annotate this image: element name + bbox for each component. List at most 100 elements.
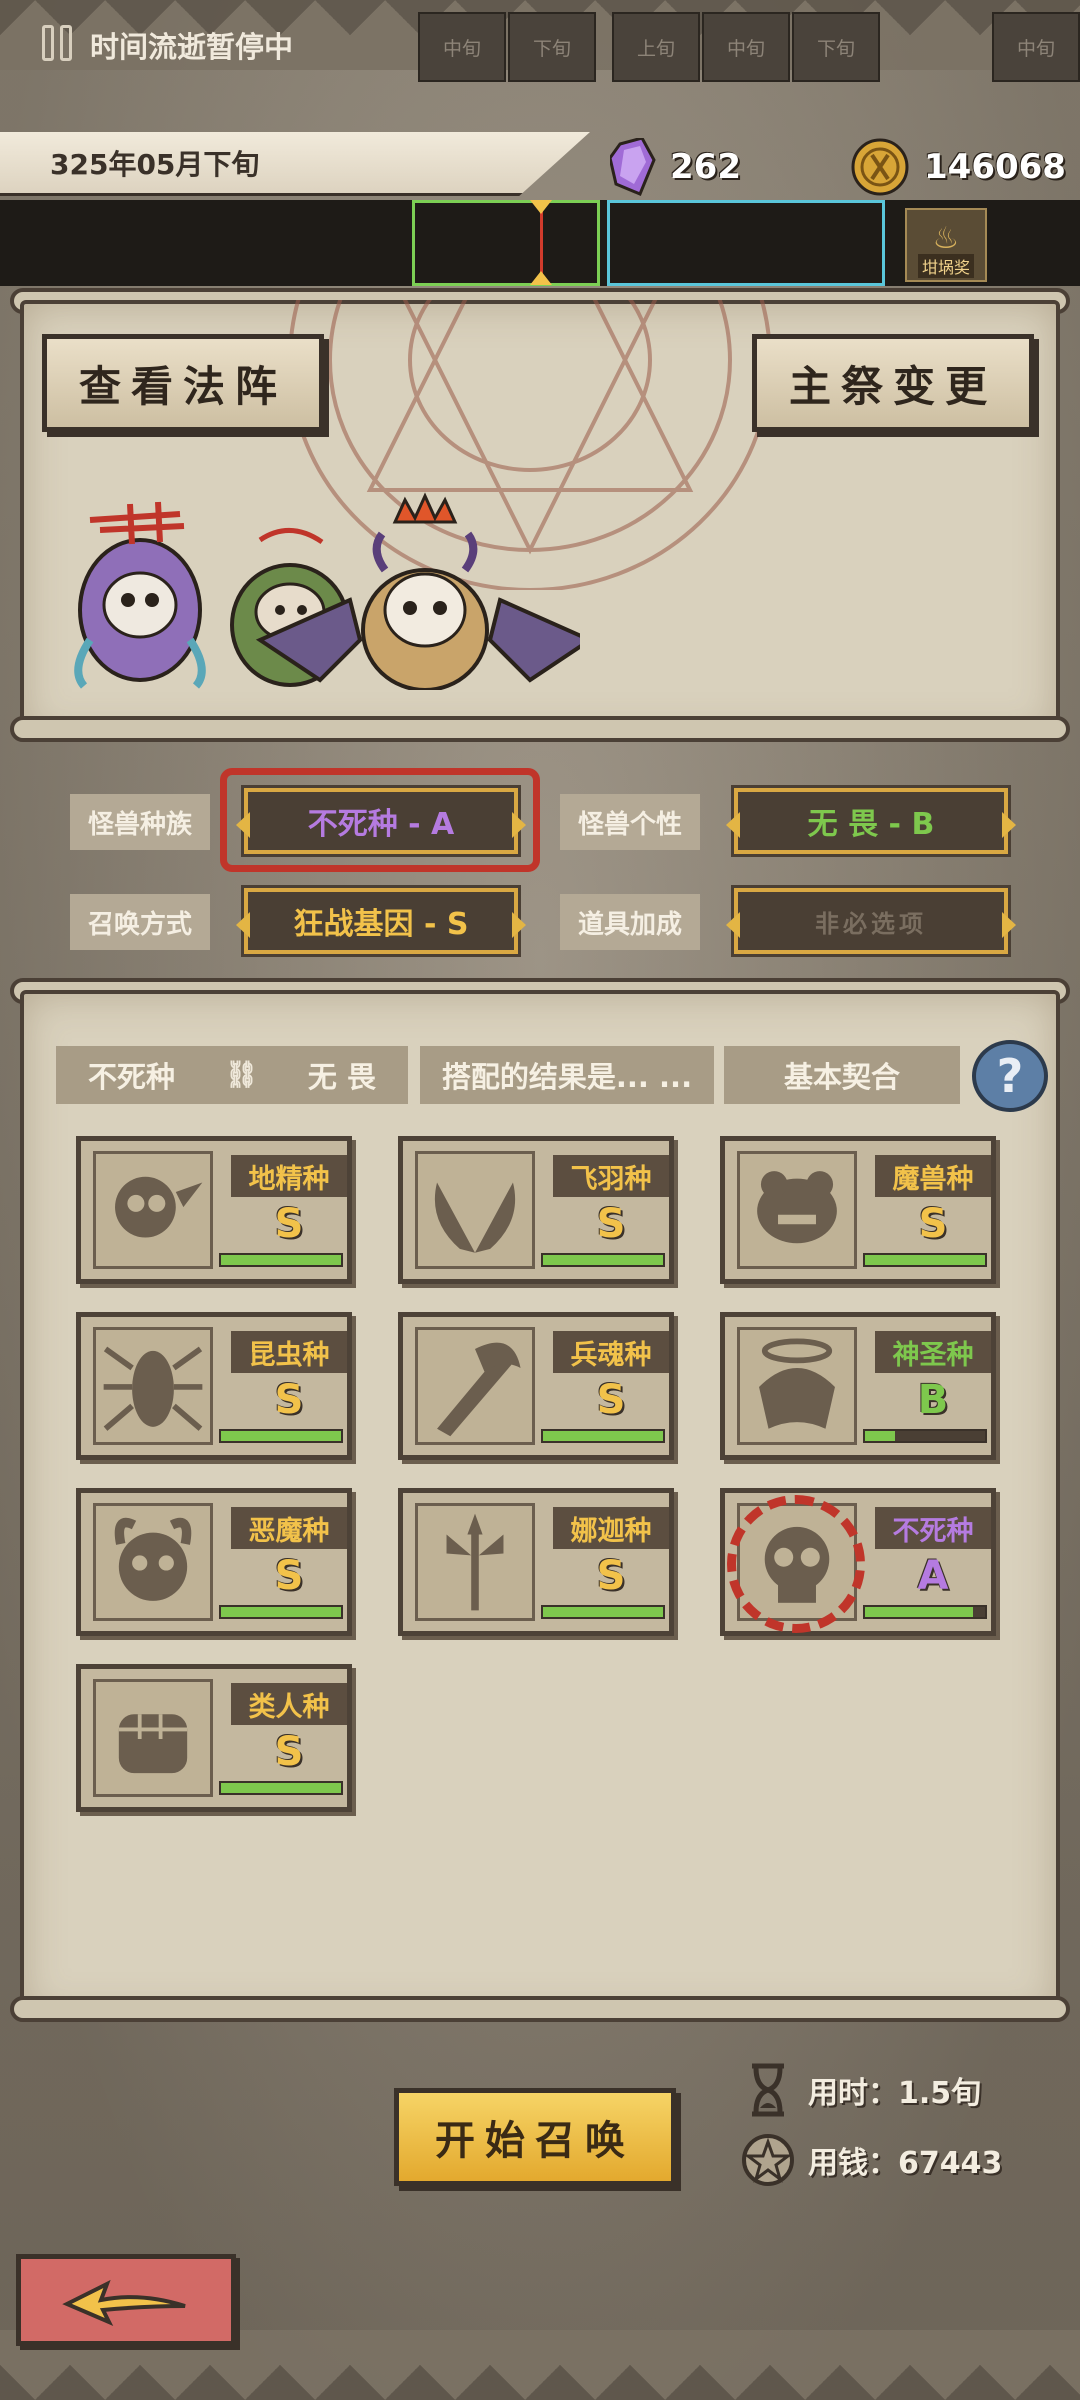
next-arrow-icon[interactable] <box>512 812 526 838</box>
species-card[interactable]: 地精种 S <box>76 1136 352 1284</box>
contract-tab[interactable]: 基本契合 <box>724 1046 960 1104</box>
species-grade: S <box>596 1201 626 1247</box>
species-grade: S <box>274 1729 304 1775</box>
species-card[interactable]: 飞羽种 S <box>398 1136 674 1284</box>
timeline-cell: 下旬 <box>792 12 880 82</box>
species-name: 魔兽种 <box>875 1155 991 1197</box>
link-icon: ⛓ <box>224 1060 258 1090</box>
scroll-bottom-edge <box>10 1996 1070 2022</box>
hourglass-icon <box>740 2062 796 2118</box>
back-arrow-icon <box>62 2279 186 2326</box>
gem-count: 262 <box>670 147 741 187</box>
compatibility-bar <box>541 1429 665 1443</box>
pair-tab[interactable]: 不死种 ⛓ 无 畏 <box>56 1046 408 1104</box>
view-formation-button[interactable]: 查看法阵 <box>42 334 324 432</box>
species-card[interactable]: 类人种 S <box>76 1664 352 1812</box>
race-value: 不死种 - A <box>307 807 455 842</box>
cauldron-label: 坩埚奖 <box>917 254 974 278</box>
species-grade: S <box>274 1553 304 1599</box>
species-grade: S <box>918 1201 948 1247</box>
species-name: 地精种 <box>231 1155 347 1197</box>
species-card[interactable]: 神圣种 B <box>720 1312 996 1460</box>
time-cost-text: 用时：1.5旬 <box>808 2076 982 2111</box>
beast-icon <box>737 1151 857 1269</box>
trait-selector[interactable]: 无 畏 - B <box>726 785 1016 857</box>
item-value: 非必选项 <box>815 909 927 938</box>
species-grade: S <box>596 1553 626 1599</box>
coin-icon <box>850 137 910 197</box>
species-card[interactable]: 昆虫种 S <box>76 1312 352 1460</box>
species-name: 类人种 <box>231 1683 347 1725</box>
prev-arrow-icon[interactable] <box>236 912 250 938</box>
scroll-bottom-edge <box>10 716 1070 742</box>
prev-arrow-icon[interactable] <box>236 812 250 838</box>
compatibility-bar-fill <box>865 1607 973 1617</box>
change-host-button[interactable]: 主祭变更 <box>752 334 1034 432</box>
species-name: 恶魔种 <box>231 1507 347 1549</box>
back-button[interactable] <box>16 2254 236 2346</box>
character-squid-mage <box>74 501 206 689</box>
species-grade: S <box>596 1377 626 1423</box>
time-status: 时间流逝暂停中 <box>90 30 294 64</box>
species-card[interactable]: 兵魂种 S <box>398 1312 674 1460</box>
species-name: 飞羽种 <box>553 1155 669 1197</box>
help-button[interactable]: ? <box>972 1040 1048 1112</box>
wings-icon <box>415 1151 535 1269</box>
next-arrow-icon[interactable] <box>1002 812 1016 838</box>
species-name: 神圣种 <box>875 1331 991 1373</box>
timeline-cell: 中旬 <box>418 12 506 82</box>
compatibility-bar-fill <box>543 1607 663 1617</box>
timeline-marker-bottom <box>530 271 552 285</box>
species-card[interactable]: 不死种 A <box>720 1488 996 1636</box>
compatibility-bar <box>219 1781 343 1795</box>
timeline-marker <box>540 205 543 281</box>
start-summon-button[interactable]: 开始召唤 <box>394 2088 676 2186</box>
compatibility-bar <box>863 1605 987 1619</box>
species-card[interactable]: 魔兽种 S <box>720 1136 996 1284</box>
fist-icon <box>93 1679 213 1797</box>
halo-icon <box>737 1327 857 1445</box>
cauldron-icon: ♨ <box>932 221 960 256</box>
compatibility-bar-fill <box>221 1607 341 1617</box>
timeline-current-group <box>412 200 600 286</box>
prev-arrow-icon[interactable] <box>726 812 740 838</box>
species-card[interactable]: 娜迦种 S <box>398 1488 674 1636</box>
species-grade: S <box>274 1377 304 1423</box>
compatibility-bar <box>541 1253 665 1267</box>
species-card[interactable]: 恶魔种 S <box>76 1488 352 1636</box>
timeline-next-group <box>607 200 885 286</box>
compatibility-bar-fill <box>221 1255 341 1265</box>
timeline-marker-top <box>530 200 552 214</box>
summon-characters <box>60 490 595 692</box>
coin-count: 146068 <box>924 147 1066 187</box>
cauldron-reward[interactable]: ♨ 坩埚奖 <box>905 208 987 282</box>
selected-ring <box>727 1495 865 1633</box>
compatibility-bar-fill <box>221 1431 341 1441</box>
result-tab[interactable]: 搭配的结果是... ... <box>420 1046 714 1104</box>
compatibility-bar <box>219 1253 343 1267</box>
attr-label-item: 道具加成 <box>560 894 700 950</box>
timeline-cell: 中旬 <box>702 12 790 82</box>
compatibility-bar-fill <box>221 1783 341 1793</box>
compatibility-bar <box>219 1429 343 1443</box>
pair-race: 不死种 <box>88 1060 176 1094</box>
sword-icon <box>415 1327 535 1445</box>
gem-counter[interactable]: 262 <box>608 132 741 202</box>
compatibility-bar <box>863 1253 987 1267</box>
species-grade: B <box>917 1377 949 1423</box>
next-arrow-icon[interactable] <box>512 912 526 938</box>
attr-label-trait: 怪兽个性 <box>560 794 700 850</box>
item-selector[interactable]: 非必选项 <box>726 885 1016 957</box>
coin-counter[interactable]: 146068 <box>850 132 1066 202</box>
race-selector[interactable]: 不死种 - A <box>236 785 526 857</box>
next-arrow-icon[interactable] <box>1002 912 1016 938</box>
prev-arrow-icon[interactable] <box>726 912 740 938</box>
attr-label-method: 召唤方式 <box>70 894 210 950</box>
coin-icon <box>740 2132 796 2188</box>
skull-bird-icon <box>93 1151 213 1269</box>
demon-icon <box>93 1503 213 1621</box>
pause-icon[interactable] <box>42 25 76 61</box>
compatibility-bar <box>863 1429 987 1443</box>
species-name: 昆虫种 <box>231 1331 347 1373</box>
method-selector[interactable]: 狂战基因 - S <box>236 885 526 957</box>
